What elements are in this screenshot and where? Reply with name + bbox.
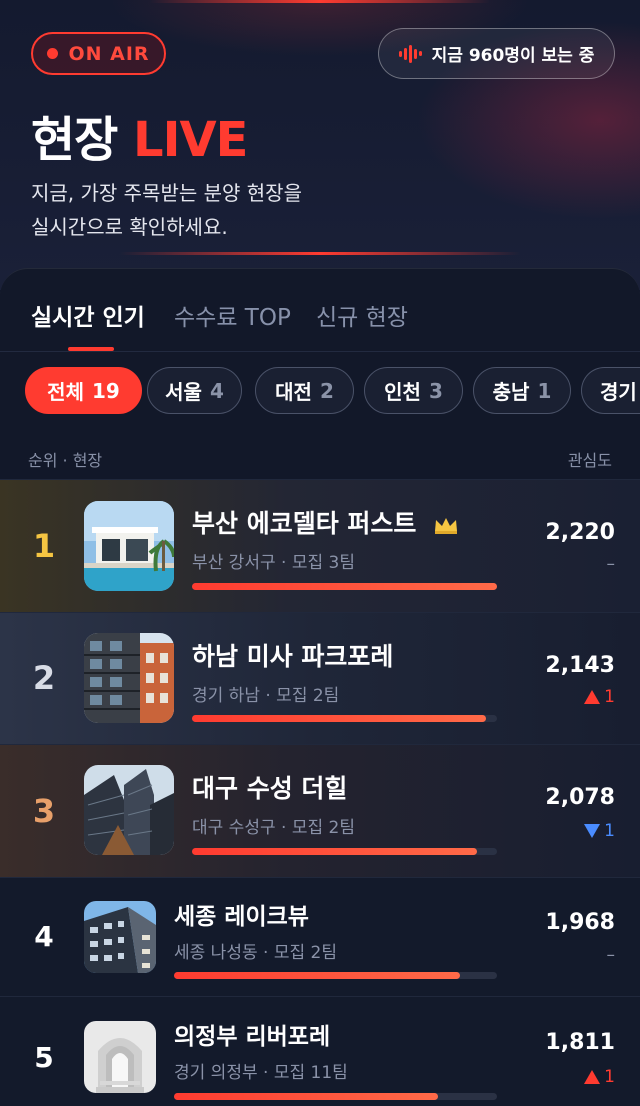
interest-score: 2,220 xyxy=(545,520,615,545)
live-dot-icon xyxy=(47,48,59,59)
tab-fee-top[interactable]: 수수료 TOP xyxy=(174,298,291,332)
site-thumbnail xyxy=(84,633,174,723)
hero-bottom-glow xyxy=(120,252,520,255)
list-header-rank: 순위 · 현장 xyxy=(28,451,103,470)
rank-change-none: – xyxy=(606,945,616,965)
viewer-count-pill: 지금 960명이 보는 중 xyxy=(378,28,615,79)
rank-change-up: 1 xyxy=(584,1067,615,1087)
site-location: 부산 강서구 · 모집 3팀 xyxy=(192,553,355,573)
chip-count: 2 xyxy=(319,378,334,403)
chip-count: 1 xyxy=(537,378,552,403)
hero-top-glow xyxy=(150,0,490,3)
site-name: 세종 레이크뷰 xyxy=(174,904,309,930)
interest-bar-fill xyxy=(174,1093,438,1100)
chip-label: 대전 xyxy=(275,380,312,404)
chip-count: 3 xyxy=(428,378,443,403)
interest-score: 1,968 xyxy=(545,910,615,935)
interest-score: 1,811 xyxy=(545,1030,615,1055)
hero-banner: ON AIR 지금 960명이 보는 중 현장 LIVE 지금, 가장 주목받는… xyxy=(0,0,640,290)
site-thumbnail xyxy=(84,765,174,855)
on-air-badge: ON AIR xyxy=(31,32,166,75)
filter-chip-incheon[interactable]: 인천 3 xyxy=(364,367,463,414)
list-header-interest: 관심도 xyxy=(567,451,612,470)
ranking-row-3[interactable]: 3 대구 수성 더힐 대구 수성구 · 모집 2팀 2,078 1 xyxy=(0,744,640,877)
rank-change-down: 1 xyxy=(584,821,615,841)
arrow-down-icon xyxy=(584,824,601,838)
tab-divider xyxy=(0,351,640,352)
site-name: 하남 미사 파크포레 xyxy=(192,642,394,671)
chip-label: 충남 xyxy=(492,380,530,404)
interest-score: 2,143 xyxy=(545,653,615,678)
site-name: 부산 에코델타 퍼스트 xyxy=(192,504,459,540)
tab-new-sites[interactable]: 신규 현장 xyxy=(316,298,408,332)
chip-label: 전체 xyxy=(47,380,84,404)
site-name: 의정부 리버포레 xyxy=(174,1024,331,1050)
rank-number: 4 xyxy=(34,920,54,953)
filter-chip-chungnam[interactable]: 충남 1 xyxy=(473,367,571,414)
crown-icon xyxy=(435,518,458,534)
interest-bar xyxy=(192,583,497,590)
site-thumbnail xyxy=(84,1021,156,1093)
rank-number: 3 xyxy=(32,792,56,830)
site-name: 대구 수성 더힐 xyxy=(192,774,348,803)
rank-change-value: 1 xyxy=(604,1067,615,1087)
rank-change-value: 1 xyxy=(604,821,615,841)
arrow-up-icon xyxy=(584,1070,601,1084)
ranking-row-1[interactable]: 1 부산 에코델타 퍼스트 부산 강서구 · 모집 3팀 2,220 – xyxy=(0,479,640,612)
interest-bar-fill xyxy=(192,715,487,722)
interest-bar xyxy=(192,715,497,722)
site-location: 세종 나성동 · 모집 2팀 xyxy=(174,943,337,963)
site-thumbnail xyxy=(84,501,174,591)
chip-count: 4 xyxy=(209,378,224,403)
filter-chip-seoul[interactable]: 서울 4 xyxy=(147,367,242,414)
rank-number: 1 xyxy=(32,527,56,565)
chip-label: 서울 xyxy=(165,380,202,404)
site-thumbnail xyxy=(84,901,156,973)
rank-number: 5 xyxy=(34,1041,54,1074)
page-title-main: 현장 xyxy=(31,112,118,168)
chip-label: 경기 xyxy=(600,380,637,404)
chip-label: 인천 xyxy=(384,380,421,404)
subtitle-line-1: 지금, 가장 주목받는 분양 현장을 xyxy=(31,181,302,205)
interest-bar xyxy=(192,848,497,855)
filter-chip-daejeon[interactable]: 대전 2 xyxy=(255,367,354,414)
interest-bar-fill xyxy=(192,848,478,855)
rank-change-none: – xyxy=(606,554,616,574)
interest-bar-fill xyxy=(174,972,461,979)
tab-bar: 실시간 인기 수수료 TOP 신규 현장 xyxy=(0,298,640,352)
interest-bar xyxy=(174,972,497,979)
sound-wave-icon xyxy=(398,44,422,63)
chip-count: 19 xyxy=(91,378,120,403)
site-location: 경기 의정부 · 모집 11팀 xyxy=(174,1063,348,1083)
interest-bar-fill xyxy=(192,583,497,590)
filter-chip-gyeonggi[interactable]: 경기 xyxy=(581,367,640,414)
filter-chip-all[interactable]: 전체 19 xyxy=(25,367,142,414)
page-subtitle: 지금, 가장 주목받는 분양 현장을 실시간으로 확인하세요. xyxy=(31,176,391,244)
site-name-text: 부산 에코델타 퍼스트 xyxy=(192,509,417,538)
page-title-accent: LIVE xyxy=(133,112,248,168)
tab-realtime-popular[interactable]: 실시간 인기 xyxy=(31,298,145,332)
viewer-count-label: 지금 960명이 보는 중 xyxy=(431,46,595,66)
region-filter-bar: 전체 19 서울 4 대전 2 인천 3 충남 1 경기 xyxy=(0,367,640,415)
interest-bar xyxy=(174,1093,497,1100)
site-location: 대구 수성구 · 모집 2팀 xyxy=(192,818,355,838)
interest-score: 2,078 xyxy=(545,785,615,810)
page-title: 현장 LIVE xyxy=(31,100,248,170)
subtitle-line-2: 실시간으로 확인하세요. xyxy=(31,215,228,239)
site-location: 경기 하남 · 모집 2팀 xyxy=(192,686,340,706)
ranking-row-5[interactable]: 5 의정부 리버포레 경기 의정부 · 모집 11팀 1,811 1 xyxy=(0,996,640,1106)
arrow-up-icon xyxy=(584,690,601,704)
ranking-row-4[interactable]: 4 세종 레이크뷰 세종 나성동 · 모집 2팀 1,968 – xyxy=(0,877,640,996)
ranking-row-2[interactable]: 2 하남 미사 파크포레 경기 하남 · 모집 2팀 2,143 1 xyxy=(0,612,640,744)
rank-change-up: 1 xyxy=(584,687,615,707)
rank-number: 2 xyxy=(32,659,56,697)
rank-change-value: 1 xyxy=(604,687,615,707)
on-air-label: ON AIR xyxy=(68,42,150,65)
